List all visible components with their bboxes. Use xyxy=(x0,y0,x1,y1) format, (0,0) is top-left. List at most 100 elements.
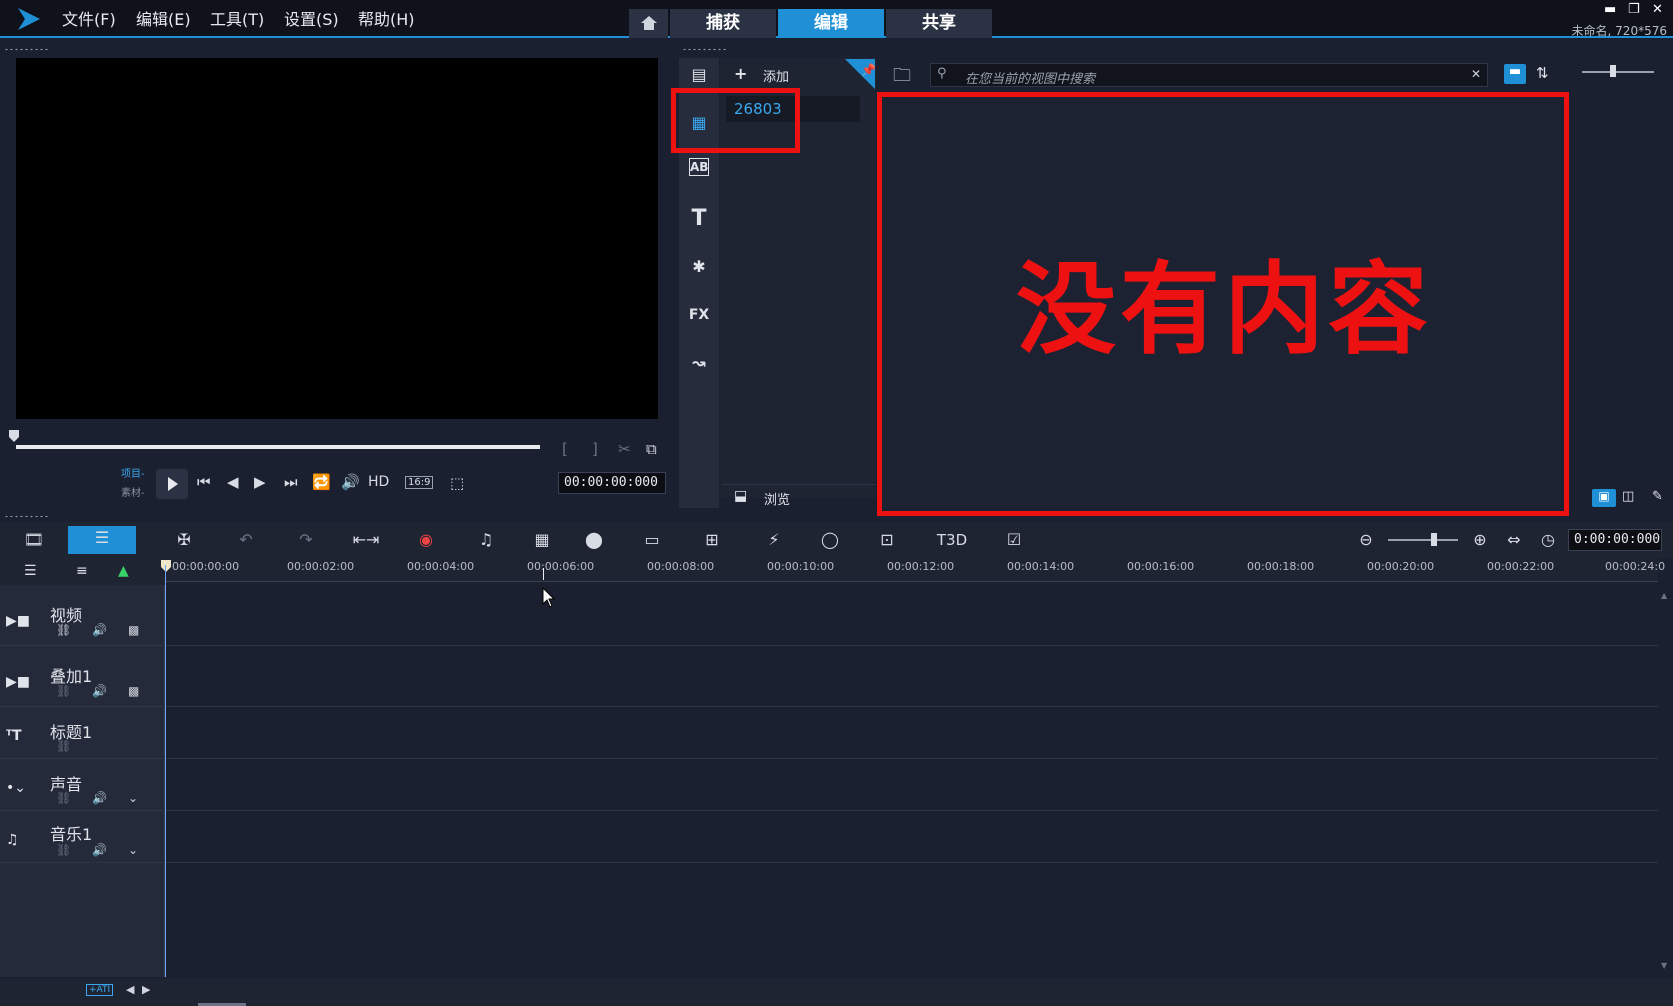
menu-settings[interactable]: 设置(S) xyxy=(284,6,339,30)
home-tab[interactable] xyxy=(629,9,668,38)
next-frame-icon[interactable]: ▶ xyxy=(254,473,266,491)
title-icon[interactable]: T xyxy=(686,206,712,232)
play-button[interactable] xyxy=(156,469,188,499)
motion-path-icon[interactable]: ↝ xyxy=(686,350,712,376)
pin-icon[interactable]: 📌 xyxy=(845,59,875,89)
import-media-icon[interactable]: 🗀 xyxy=(893,63,911,93)
restore-icon[interactable]: ❐ xyxy=(1628,2,1640,17)
transition-icon[interactable]: AB xyxy=(689,158,709,176)
link-icon[interactable]: ⛓ xyxy=(56,739,71,753)
ripple-icon[interactable]: ▩ xyxy=(128,684,139,698)
selection-tool-icon[interactable]: ⬚ xyxy=(450,474,464,492)
timeline-timecode[interactable]: 0:00:00:000 xyxy=(1568,529,1662,551)
link-icon[interactable]: ⛓ xyxy=(56,843,71,857)
panel-grip[interactable] xyxy=(4,515,50,518)
link-icon[interactable]: ⛓ xyxy=(56,623,71,637)
panel-grip[interactable] xyxy=(682,48,728,51)
add-folder-button[interactable]: 添加 xyxy=(763,66,789,85)
browse-button[interactable]: 浏览 xyxy=(764,489,790,508)
project-mode-label[interactable]: 项目- xyxy=(121,465,145,480)
go-to-end-icon[interactable]: ⏭ xyxy=(284,473,298,491)
tools-icon[interactable]: ✠ xyxy=(170,528,198,552)
thumbnail-size-handle[interactable] xyxy=(1610,65,1616,77)
add-track-icon[interactable]: ≡ xyxy=(76,563,88,579)
record-capture-icon[interactable]: ◉ xyxy=(412,528,440,552)
3d-title-icon[interactable]: T3D xyxy=(934,528,970,552)
split-screen-icon[interactable]: ☑ xyxy=(1000,528,1028,552)
add-icon[interactable]: + xyxy=(734,64,747,83)
graphics-icon[interactable]: ✱ xyxy=(686,254,712,280)
minimize-icon[interactable]: ▬ xyxy=(1604,2,1616,17)
auto-trim-badge[interactable]: +ATI xyxy=(86,984,114,996)
link-icon[interactable]: ⛓ xyxy=(56,684,71,698)
mark-in-icon[interactable]: [ xyxy=(562,440,568,458)
music-track[interactable]: ♫ 音乐1 ⛓ 🔊 ⌄ xyxy=(0,811,1658,863)
tab-share[interactable]: 共享 xyxy=(886,9,992,38)
close-icon[interactable]: ✕ xyxy=(1652,2,1663,17)
multi-trim-icon[interactable]: ⊞ xyxy=(698,528,726,552)
playhead-handle-icon[interactable] xyxy=(160,559,172,573)
scroll-up-icon[interactable]: ▲ xyxy=(1661,591,1667,600)
go-to-start-icon[interactable]: ⏮ xyxy=(197,473,211,491)
menu-edit[interactable]: 编辑(E) xyxy=(136,6,191,30)
playhead-line[interactable] xyxy=(165,565,166,977)
hd-preview-toggle[interactable]: HD xyxy=(368,474,389,490)
library-view-icon[interactable]: ▣ xyxy=(1592,489,1616,507)
ripple-icon[interactable]: ▩ xyxy=(128,623,139,637)
mute-icon[interactable]: 🔊 xyxy=(92,623,107,637)
search-box[interactable]: ⚲ 在您当前的视图中搜索 ✕ xyxy=(930,63,1488,87)
zoom-out-icon[interactable]: ⊖ xyxy=(1352,528,1380,552)
timeline-view-icon[interactable]: ☰ xyxy=(68,526,136,554)
split-clip-icon[interactable]: ✂ xyxy=(618,440,631,458)
clear-search-icon[interactable]: ✕ xyxy=(1471,67,1481,81)
vertical-scrollbar[interactable]: ▲ ▼ xyxy=(1658,585,1673,977)
mark-out-icon[interactable]: ] xyxy=(592,440,598,458)
undo-icon[interactable]: ↶ xyxy=(232,528,260,552)
mute-icon[interactable]: 🔊 xyxy=(92,791,107,805)
fit-project-icon[interactable]: ⇤⇥ xyxy=(352,528,380,552)
zoom-slider-handle[interactable] xyxy=(1431,533,1437,546)
aspect-ratio-select[interactable]: 16:9 xyxy=(405,476,434,489)
search-input[interactable]: 在您当前的视图中搜索 xyxy=(965,68,1095,87)
menu-file[interactable]: 文件(F) xyxy=(62,6,116,30)
mute-icon[interactable]: 🔊 xyxy=(92,843,107,857)
panel-grip[interactable] xyxy=(4,48,50,51)
tab-edit[interactable]: 编辑 xyxy=(778,9,884,38)
voice-track[interactable]: •⌄ 声音 ⛓ 🔊 ⌄ xyxy=(0,759,1658,811)
fit-timeline-icon[interactable]: ⇔ xyxy=(1500,528,1528,552)
redo-icon[interactable]: ↷ xyxy=(292,528,320,552)
options-icon[interactable]: ✎ xyxy=(1652,489,1663,504)
overlay-track[interactable]: ▶■ 叠加1 ⛓ 🔊 ▩ xyxy=(0,646,1658,707)
split-view-icon[interactable]: ◫ xyxy=(1622,489,1634,504)
volume-icon[interactable]: 🔊 xyxy=(341,473,360,491)
browse-icon[interactable]: ⬓ xyxy=(734,488,747,504)
pan-zoom-icon[interactable]: ⊡ xyxy=(873,528,901,552)
motion-tracking-icon[interactable]: ⬤ xyxy=(580,528,608,552)
scroll-down-icon[interactable]: ▼ xyxy=(1661,961,1667,970)
time-remap-icon[interactable]: ⚡ xyxy=(760,528,788,552)
scrub-bar[interactable] xyxy=(16,445,540,449)
zoom-in-icon[interactable]: ⊕ xyxy=(1466,528,1494,552)
previous-frame-icon[interactable]: ◀ xyxy=(227,473,239,491)
repeat-icon[interactable]: 🔁 xyxy=(312,473,331,491)
enlarge-preview-icon[interactable]: ⧉ xyxy=(646,440,657,458)
auto-music-icon[interactable]: ▦ xyxy=(528,528,556,552)
chapter-cue-icon[interactable]: ▲ xyxy=(118,563,129,579)
expand-icon[interactable]: ⌄ xyxy=(128,843,138,857)
title-track[interactable]: ᵀT 标题1 ⛓ xyxy=(0,707,1658,759)
video-track[interactable]: ▶■ 视频 ⛓ 🔊 ▩ xyxy=(0,585,1658,646)
subtitle-editor-icon[interactable]: ▭ xyxy=(638,528,666,552)
sound-mixer-icon[interactable]: ♫ xyxy=(472,528,500,552)
scroll-right-icon[interactable]: ▶ xyxy=(142,983,150,996)
scroll-left-icon[interactable]: ◀ xyxy=(126,983,134,996)
zoom-slider[interactable] xyxy=(1388,539,1458,541)
media-library-icon[interactable]: ▤ xyxy=(686,62,712,88)
scrub-handle-icon[interactable] xyxy=(8,429,20,443)
preview-timecode[interactable]: 00:00:00:000 xyxy=(558,472,666,494)
tab-capture[interactable]: 捕获 xyxy=(670,9,776,38)
list-view-icon[interactable]: ▬ xyxy=(1504,64,1526,84)
expand-icon[interactable]: ⌄ xyxy=(128,791,138,805)
clip-mode-label[interactable]: 素材- xyxy=(121,484,145,499)
storyboard-view-icon[interactable]: 🎞 xyxy=(20,528,48,552)
menu-help[interactable]: 帮助(H) xyxy=(358,6,415,30)
